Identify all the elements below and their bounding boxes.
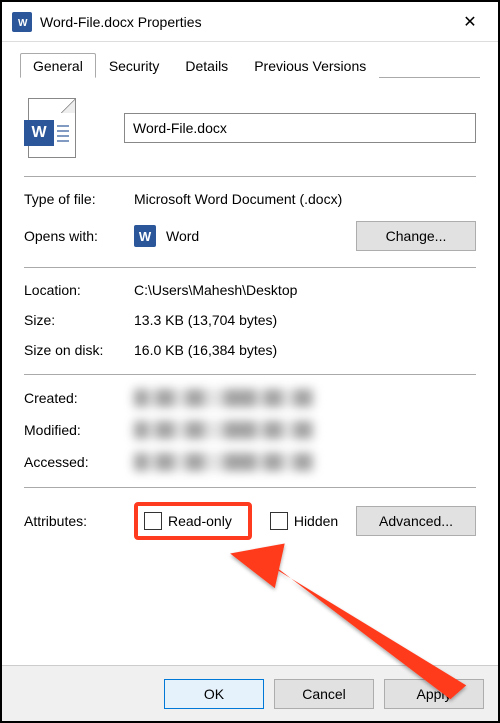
readonly-checkbox[interactable] <box>144 512 162 530</box>
hidden-label: Hidden <box>294 513 338 529</box>
created-value-redacted <box>134 389 314 407</box>
location-label: Location: <box>24 282 134 298</box>
tab-strip: General Security Details Previous Versio… <box>20 50 480 78</box>
accessed-value-redacted <box>134 453 314 471</box>
created-label: Created: <box>24 390 134 406</box>
change-button[interactable]: Change... <box>356 221 476 251</box>
location-value: C:\Users\Mahesh\Desktop <box>134 282 476 298</box>
apply-button[interactable]: Apply <box>384 679 484 709</box>
tab-previous-versions[interactable]: Previous Versions <box>241 53 379 78</box>
type-of-file-value: Microsoft Word Document (.docx) <box>134 191 476 207</box>
file-type-icon: W <box>28 98 76 158</box>
window-title: Word-File.docx Properties <box>40 14 450 30</box>
general-panel: W Type of file: Microsoft Word Document … <box>20 78 480 665</box>
readonly-highlight: Read-only <box>134 502 252 540</box>
word-app-icon: W <box>12 12 32 32</box>
hidden-checkbox[interactable] <box>270 512 288 530</box>
close-button[interactable]: ✕ <box>450 7 490 37</box>
opens-with-label: Opens with: <box>24 228 134 244</box>
size-on-disk-label: Size on disk: <box>24 342 134 358</box>
svg-text:W: W <box>18 18 28 29</box>
advanced-button[interactable]: Advanced... <box>356 506 476 536</box>
titlebar: W Word-File.docx Properties ✕ <box>2 2 498 42</box>
filename-input[interactable] <box>124 113 476 143</box>
attributes-label: Attributes: <box>24 513 134 529</box>
dialog-footer: OK Cancel Apply <box>2 665 498 721</box>
size-value: 13.3 KB (13,704 bytes) <box>134 312 476 328</box>
ok-button[interactable]: OK <box>164 679 264 709</box>
type-of-file-label: Type of file: <box>24 191 134 207</box>
readonly-label: Read-only <box>168 513 232 529</box>
size-label: Size: <box>24 312 134 328</box>
opens-with-value: Word <box>166 228 199 244</box>
tab-security[interactable]: Security <box>96 53 173 78</box>
cancel-button[interactable]: Cancel <box>274 679 374 709</box>
word-small-icon: W <box>134 225 156 247</box>
tab-details[interactable]: Details <box>172 53 241 78</box>
properties-dialog: W Word-File.docx Properties ✕ General Se… <box>0 0 500 723</box>
tab-general[interactable]: General <box>20 53 96 78</box>
modified-label: Modified: <box>24 422 134 438</box>
word-badge-icon: W <box>24 120 54 146</box>
modified-value-redacted <box>134 421 314 439</box>
size-on-disk-value: 16.0 KB (16,384 bytes) <box>134 342 476 358</box>
accessed-label: Accessed: <box>24 454 134 470</box>
